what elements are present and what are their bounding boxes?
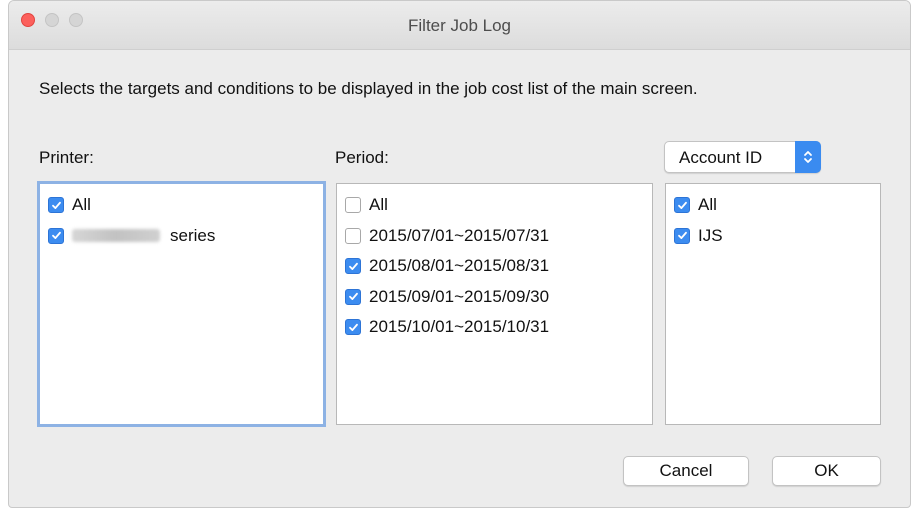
ok-button[interactable]: OK <box>772 456 881 486</box>
account-id-select[interactable]: Account ID <box>664 141 821 173</box>
unchecked-checkbox-icon[interactable] <box>345 197 361 214</box>
checked-checkbox-icon[interactable] <box>674 197 690 214</box>
period-item-label: 2015/09/01~2015/09/30 <box>369 286 550 306</box>
period-item-label: 2015/10/01~2015/10/31 <box>369 317 550 337</box>
checked-checkbox-icon[interactable] <box>48 197 64 214</box>
checked-checkbox-icon[interactable] <box>345 288 361 305</box>
period-item[interactable]: 2015/08/01~2015/08/31 <box>337 251 652 282</box>
dialog-description: Selects the targets and conditions to be… <box>39 79 698 98</box>
account-item-label: IJS <box>698 225 723 245</box>
printer-item-label: series <box>170 225 216 245</box>
period-item-label: All <box>369 195 388 215</box>
period-label: Period: <box>335 148 389 167</box>
printer-item-all[interactable]: All <box>40 190 323 221</box>
checked-checkbox-icon[interactable] <box>345 319 361 336</box>
redacted-printer-name <box>72 229 160 243</box>
printer-item-label: All <box>72 195 91 215</box>
cancel-button[interactable]: Cancel <box>623 456 749 486</box>
account-item[interactable]: IJS <box>666 221 880 252</box>
checked-checkbox-icon[interactable] <box>674 227 690 244</box>
period-item[interactable]: 2015/09/01~2015/09/30 <box>337 282 652 313</box>
period-list[interactable]: All 2015/07/01~2015/07/31 2015/08/01~201… <box>336 183 653 425</box>
printer-item-series[interactable]: series <box>40 221 323 252</box>
printer-list[interactable]: All series <box>37 181 326 427</box>
account-item-label: All <box>698 195 717 215</box>
period-item[interactable]: 2015/07/01~2015/07/31 <box>337 221 652 252</box>
checked-checkbox-icon[interactable] <box>48 227 64 244</box>
up-down-arrows-icon <box>795 141 821 173</box>
account-list[interactable]: All IJS <box>665 183 881 425</box>
filter-job-log-dialog: Filter Job Log Selects the targets and c… <box>8 0 911 508</box>
period-item-label: 2015/07/01~2015/07/31 <box>369 225 550 245</box>
printer-label: Printer: <box>39 148 94 167</box>
title-bar: Filter Job Log <box>9 1 910 50</box>
period-item[interactable]: 2015/10/01~2015/10/31 <box>337 312 652 343</box>
account-id-select-value: Account ID <box>679 148 763 167</box>
period-item-label: 2015/08/01~2015/08/31 <box>369 256 550 276</box>
checked-checkbox-icon[interactable] <box>345 258 361 275</box>
account-item[interactable]: All <box>666 190 880 221</box>
unchecked-checkbox-icon[interactable] <box>345 227 361 244</box>
period-item[interactable]: All <box>337 190 652 221</box>
window-title: Filter Job Log <box>408 16 511 35</box>
